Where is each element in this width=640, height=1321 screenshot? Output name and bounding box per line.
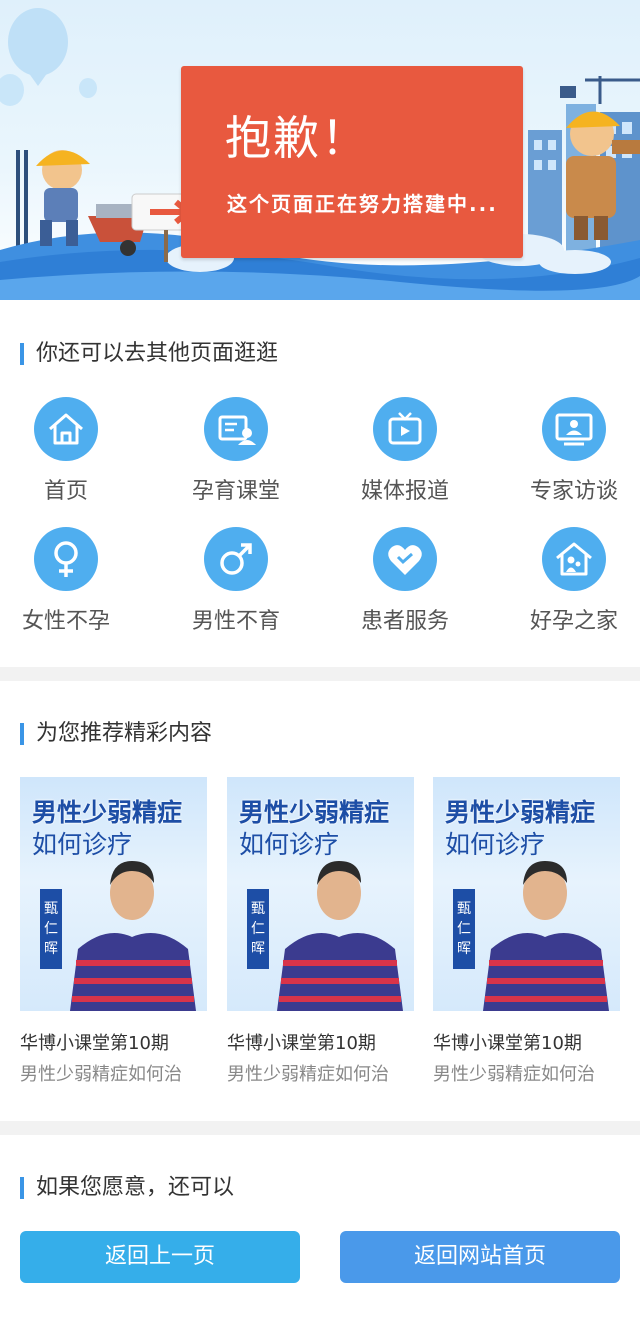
female-icon [34, 527, 98, 591]
heart-icon [373, 527, 437, 591]
nav-item-female-infertility[interactable]: 女性不孕 [0, 527, 146, 647]
card-title: 华博小课堂第10期 [433, 1033, 582, 1054]
nav-label: 首页 [43, 479, 88, 504]
nav-label: 女性不孕 [21, 609, 110, 634]
section-title-other-pages: 你还可以去其他页面逛逛 [20, 340, 278, 368]
monitor-user-icon [542, 397, 606, 461]
nav-label: 媒体报道 [360, 479, 449, 504]
under-construction-text: 这个页面正在努力搭建中... [227, 192, 498, 216]
nav-item-male-infertility[interactable]: 男性不育 [156, 527, 316, 647]
section-title-recommend: 为您推荐精彩内容 [20, 720, 212, 748]
video-thumbnail[interactable]: 男性少弱精症 如何诊疗 甄仁晖 [20, 777, 207, 1011]
nav-item-media[interactable]: 媒体报道 [325, 397, 485, 517]
home-button[interactable]: 返回网站首页 [340, 1231, 620, 1283]
card-description: 男性少弱精症如何治 [227, 1064, 389, 1085]
section-title-actions: 如果您愿意，还可以 [20, 1174, 234, 1202]
doctor-name-tag: 甄仁晖 [453, 889, 475, 969]
back-button[interactable]: 返回上一页 [20, 1231, 300, 1283]
card-title: 华博小课堂第10期 [20, 1033, 169, 1054]
section-divider [0, 667, 640, 681]
tv-icon [373, 397, 437, 461]
nav-item-home[interactable]: 首页 [0, 397, 146, 517]
nav-item-classroom[interactable]: 孕育课堂 [156, 397, 316, 517]
sorry-title: 抱歉！ [225, 111, 369, 165]
construction-banner: 抱歉！ 这个页面正在努力搭建中... [0, 0, 640, 300]
classroom-icon [204, 397, 268, 461]
male-icon [204, 527, 268, 591]
nav-label: 孕育课堂 [191, 479, 280, 504]
card-title: 华博小课堂第10期 [227, 1033, 376, 1054]
video-thumbnail[interactable]: 男性少弱精症 如何诊疗 甄仁晖 [433, 777, 620, 1011]
nav-item-family-home[interactable]: 好孕之家 [494, 527, 640, 647]
doctor-name-tag: 甄仁晖 [247, 889, 269, 969]
nav-label: 好孕之家 [529, 609, 618, 634]
nav-label: 患者服务 [360, 609, 449, 634]
construction-sign: 抱歉！ 这个页面正在努力搭建中... [181, 66, 523, 258]
section-divider [0, 1121, 640, 1135]
nav-item-patient-service[interactable]: 患者服务 [325, 527, 485, 647]
doctor-name-tag: 甄仁晖 [40, 889, 62, 969]
nav-item-expert[interactable]: 专家访谈 [494, 397, 640, 517]
nav-label: 男性不育 [191, 609, 280, 634]
nav-label: 专家访谈 [529, 479, 618, 504]
card-description: 男性少弱精症如何治 [433, 1064, 595, 1085]
video-thumbnail[interactable]: 男性少弱精症 如何诊疗 甄仁晖 [227, 777, 414, 1011]
card-description: 男性少弱精症如何治 [20, 1064, 182, 1085]
family-home-icon [542, 527, 606, 591]
home-icon [34, 397, 98, 461]
